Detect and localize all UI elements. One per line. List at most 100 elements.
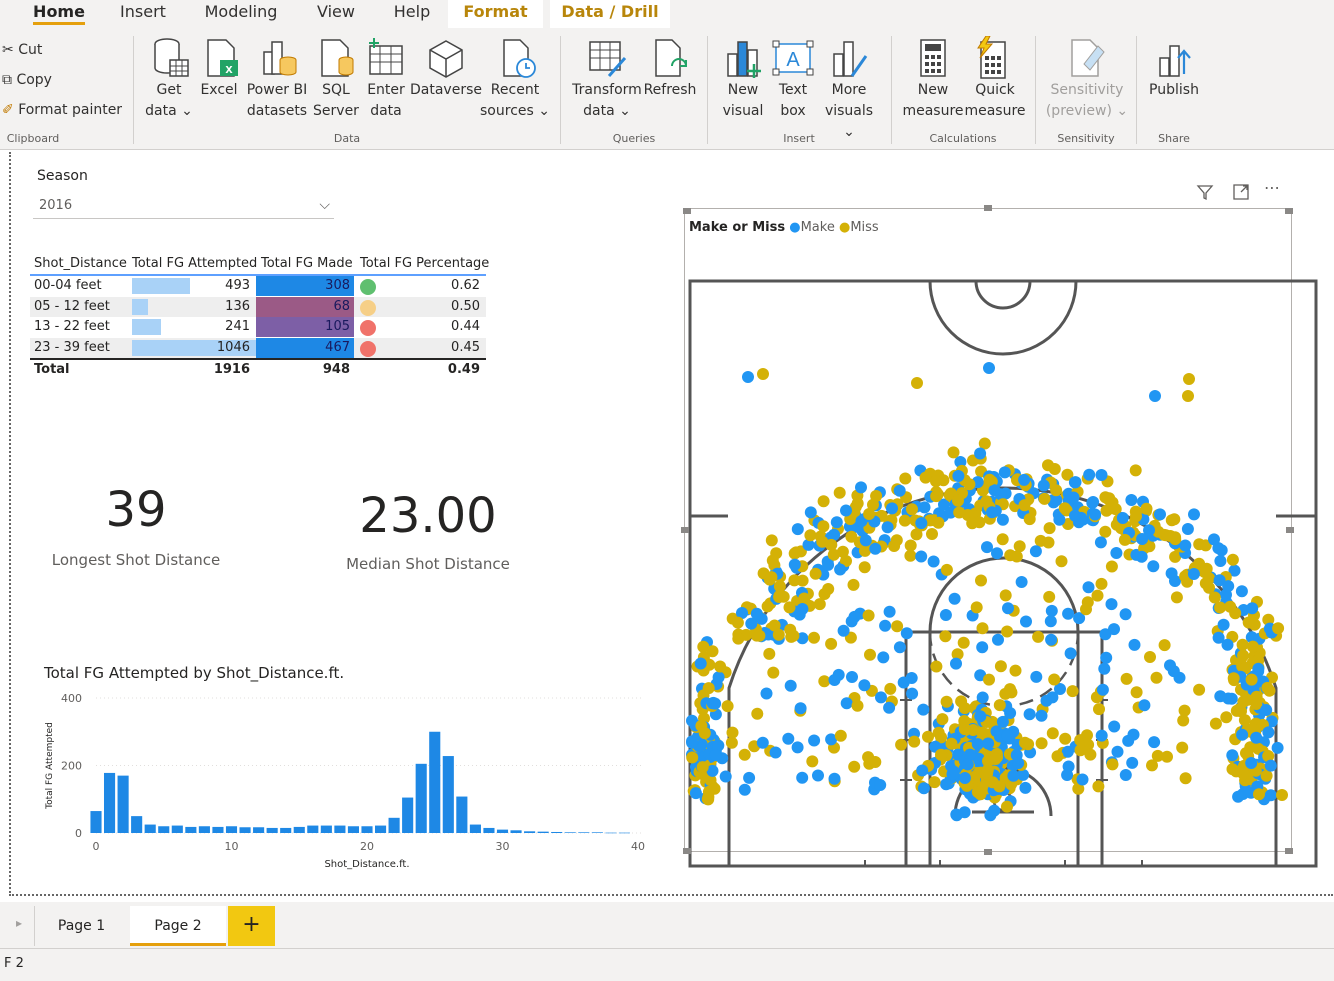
tab-help[interactable]: Help — [390, 0, 434, 28]
legend-make-dot: ● — [789, 220, 801, 235]
table-row[interactable]: 05 - 12 feet 136 68 0.50 — [30, 296, 486, 317]
table-row[interactable]: 23 - 39 feet 1046 467 0.45 — [30, 337, 486, 358]
fg-made-cell: 467 — [325, 339, 350, 355]
histogram-title: Total FG Attempted by Shot_Distance.ft. — [44, 664, 345, 682]
page-tab-2[interactable]: Page 2 — [130, 906, 226, 946]
scissors-icon: ✂ — [2, 42, 14, 58]
cut-button[interactable]: ✂ Cut — [2, 42, 42, 58]
fg-summary-table[interactable]: Shot_Distance Total FG Attempted Total F… — [30, 250, 489, 380]
power-bi-datasets-icon — [263, 41, 297, 76]
get-data-button[interactable]: Get data ⌄ — [144, 80, 194, 122]
database-icon — [154, 38, 189, 77]
tab-insert[interactable]: Insert — [118, 0, 168, 28]
tab-modeling[interactable]: Modeling — [202, 0, 280, 28]
x-axis-label: Shot_Distance.ft. — [324, 859, 409, 870]
total-fg-attempted: 1916 — [213, 362, 250, 377]
histogram-bar — [293, 826, 305, 833]
col-header-shot-distance[interactable]: Shot_Distance — [34, 256, 127, 271]
enter-data-icon — [369, 38, 403, 75]
fg-made-cell: 105 — [325, 319, 350, 334]
ribbon: ✂ Cut ⧉ Copy ✐ Format painter Clipboard … — [0, 28, 1334, 150]
new-measure-button[interactable]: New measure — [900, 80, 966, 122]
histogram-bar — [456, 796, 468, 833]
calculations-group-label: Calculations — [929, 132, 997, 145]
filter-icon[interactable] — [1196, 183, 1214, 205]
court-visual-frame[interactable] — [684, 208, 1292, 852]
more-options-icon[interactable]: ⋯ — [1264, 178, 1280, 197]
histogram-bar — [564, 832, 576, 833]
histogram-bar — [212, 826, 224, 833]
status-bar: F 2 — [0, 948, 1334, 981]
total-label: Total — [34, 362, 70, 377]
excel-button[interactable]: Excel — [198, 80, 240, 101]
table-row[interactable]: 00-04 feet 493 308 0.62 — [30, 276, 486, 297]
tab-home[interactable]: Home — [33, 0, 85, 28]
tab-data-drill[interactable]: Data / Drill — [550, 0, 670, 28]
y-axis-label: Total FG Attempted — [45, 722, 55, 810]
x-tick-label: 40 — [631, 840, 645, 853]
histogram-bar — [185, 826, 197, 833]
table-row[interactable]: 13 - 22 feet 241 105 0.44 — [30, 317, 486, 338]
sql-server-button[interactable]: SQL Server — [312, 80, 360, 122]
col-header-fg-attempted[interactable]: Total FG Attempted — [132, 256, 257, 271]
group-separator — [133, 36, 134, 144]
season-slicer-dropdown[interactable]: 2016 ⌵ — [33, 195, 334, 219]
histogram-bar — [605, 832, 617, 834]
histogram-bar — [442, 756, 454, 833]
histogram-bar — [415, 763, 427, 833]
recent-sources-button[interactable]: Recent sources ⌄ — [480, 80, 550, 122]
sql-server-icon — [321, 39, 354, 77]
refresh-button[interactable]: Refresh — [642, 80, 698, 101]
powerbi-desktop-window: Home Insert Modeling View Help Format Da… — [0, 0, 1334, 981]
x-tick-label: 30 — [496, 840, 510, 853]
histogram-bar — [537, 831, 549, 833]
col-header-fg-percentage[interactable]: Total FG Percentage — [360, 256, 489, 271]
transform-data-button[interactable]: Transform data ⌄ — [572, 80, 642, 122]
power-bi-datasets-button[interactable]: Power BI datasets — [245, 80, 309, 122]
col-header-fg-made[interactable]: Total FG Made — [261, 256, 353, 271]
group-separator — [707, 36, 708, 144]
text-box-button[interactable]: Text box — [770, 80, 816, 122]
excel-icon: x — [207, 39, 238, 77]
scroll-left-icon[interactable]: ▸ — [16, 916, 22, 930]
legend-miss-label: Miss — [850, 220, 879, 235]
data-group-label: Data — [333, 132, 361, 145]
fg-attempted-cell: 493 — [225, 278, 250, 293]
fg-percentage-cell: 0.50 — [451, 298, 480, 314]
histogram-bar — [280, 827, 292, 833]
legend-make-label: Make — [800, 220, 835, 235]
histogram-bar — [158, 826, 170, 833]
histogram-bar — [361, 826, 373, 833]
quick-measure-button[interactable]: Quick measure — [964, 80, 1026, 122]
queries-group-label: Queries — [612, 132, 656, 145]
histogram-bar — [103, 772, 116, 833]
tab-format[interactable]: Format — [448, 0, 543, 28]
add-page-button[interactable]: + — [228, 906, 275, 946]
fg-attempted-histogram[interactable]: 0 200 400 0 10 20 30 40 Shot_Distance.ft. Total F… — [40, 688, 652, 873]
table-header-row: Shot_Distance Total FG Attempted Total F… — [30, 250, 489, 276]
histogram-bar — [591, 832, 603, 833]
histogram-bar — [334, 825, 346, 833]
group-separator — [1035, 36, 1036, 144]
page-tab-1[interactable]: Page 1 — [34, 906, 128, 946]
copy-button[interactable]: ⧉ Copy — [2, 72, 52, 88]
transform-data-icon — [589, 41, 627, 77]
share-group-label: Share — [1158, 132, 1190, 145]
focus-mode-icon[interactable] — [1232, 183, 1250, 205]
format-painter-button[interactable]: ✐ Format painter — [2, 102, 122, 118]
season-slicer-label: Season — [37, 168, 88, 184]
table-body: 00-04 feet 493 308 0.62 05 - 12 feet 136 68 0.5… — [30, 276, 486, 358]
copy-icon: ⧉ — [2, 72, 12, 88]
histogram-bar — [578, 832, 590, 833]
publish-button[interactable]: Publish — [1144, 80, 1204, 101]
histogram-bar — [469, 824, 481, 833]
svg-text:A: A — [786, 49, 800, 71]
group-separator — [1136, 36, 1137, 144]
longest-shot-card-value: 39 — [105, 482, 167, 538]
dataverse-button[interactable]: Dataverse — [410, 80, 482, 101]
chevron-down-icon: ⌵ — [319, 197, 330, 213]
tab-view[interactable]: View — [314, 0, 358, 28]
new-visual-button[interactable]: New visual — [716, 80, 770, 122]
sensitivity-button[interactable]: Sensitivity (preview) ⌄ — [1044, 80, 1130, 122]
enter-data-button[interactable]: Enter data — [364, 80, 408, 122]
